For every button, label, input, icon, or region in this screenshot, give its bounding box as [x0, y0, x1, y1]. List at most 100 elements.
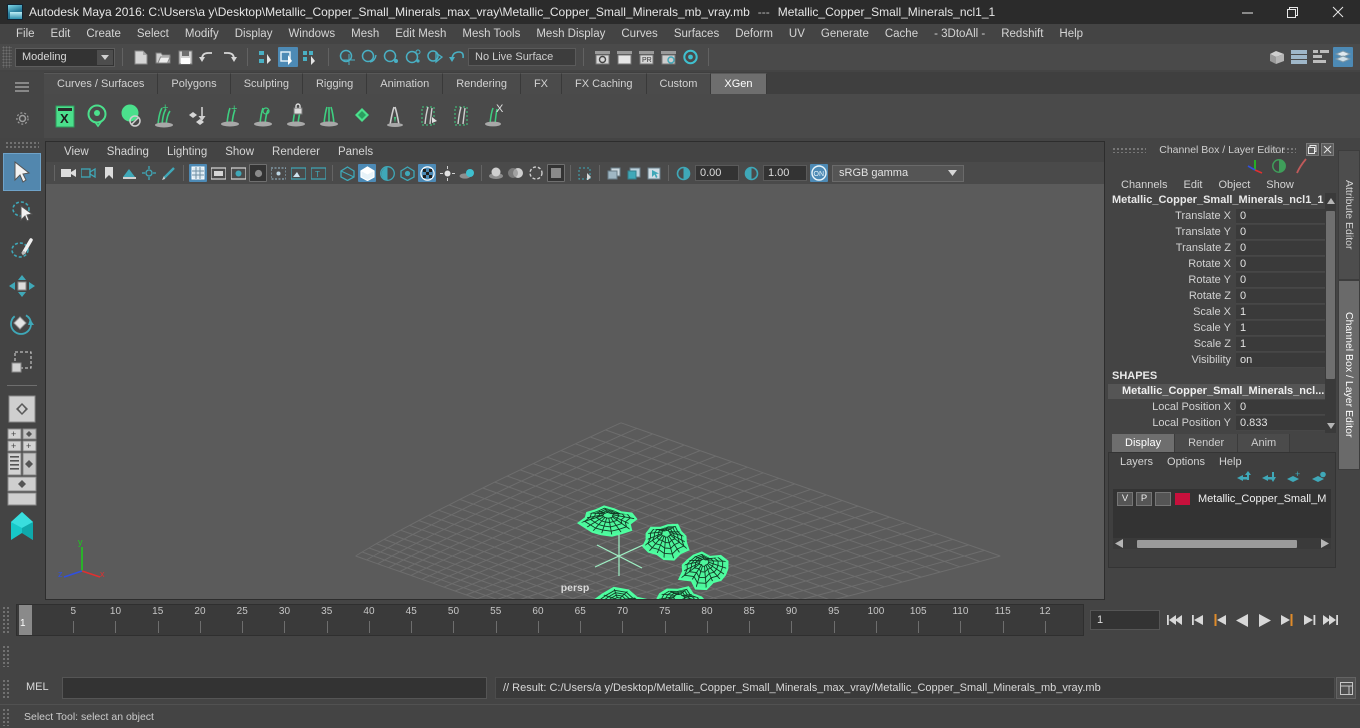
shelf-options-grip[interactable] — [15, 82, 29, 92]
move-layer-down-icon[interactable] — [1261, 471, 1277, 486]
camera-attributes-icon[interactable] — [80, 164, 98, 182]
show-hide-channel-box-icon[interactable] — [1333, 47, 1353, 67]
exposure-icon[interactable] — [674, 164, 692, 182]
menu-edit-mesh[interactable]: Edit Mesh — [387, 26, 454, 42]
xgen-preview-icon[interactable] — [83, 99, 113, 133]
render-settings-icon[interactable] — [658, 47, 678, 67]
exposure-field[interactable]: 0.00 — [695, 165, 739, 181]
menu-edit[interactable]: Edit — [43, 26, 79, 42]
menu-windows[interactable]: Windows — [280, 26, 343, 42]
film-origin-icon[interactable] — [269, 164, 287, 182]
shelf-tab-curves-surfaces[interactable]: Curves / Surfaces — [44, 73, 159, 94]
layer-menu-help[interactable]: Help — [1213, 455, 1248, 469]
shelf-tab-rigging[interactable]: Rigging — [302, 73, 368, 94]
new-layer-from-selected-icon[interactable] — [1311, 471, 1327, 486]
script-editor-icon[interactable] — [1336, 677, 1356, 699]
snap-to-view-plane-icon[interactable] — [425, 47, 445, 67]
close-button[interactable] — [1315, 0, 1360, 24]
attribute-value-field[interactable]: 1 — [1236, 320, 1336, 336]
shelf-tab-xgen[interactable]: XGen — [711, 73, 767, 94]
shelf-tab-fx[interactable]: FX — [520, 73, 563, 94]
attribute-value-field[interactable]: 1 — [1236, 336, 1336, 352]
shadows-icon[interactable] — [458, 164, 476, 182]
xray-icon[interactable] — [576, 164, 594, 182]
menu-cache[interactable]: Cache — [877, 26, 926, 42]
channel-box-row[interactable]: Scale Z 1 — [1108, 336, 1336, 352]
lasso-select-tool[interactable] — [3, 191, 41, 229]
attribute-value-field[interactable]: 0 — [1236, 208, 1336, 224]
attribute-value-field[interactable]: 0 — [1236, 399, 1336, 415]
xgen-editor-icon[interactable]: X — [50, 99, 80, 133]
shelf-tab-rendering[interactable]: Rendering — [443, 73, 521, 94]
side-tab-channel-box[interactable]: Channel Box / Layer Editor — [1338, 280, 1360, 470]
snap-to-point-icon[interactable] — [381, 47, 401, 67]
menu-create[interactable]: Create — [78, 26, 129, 42]
attribute-value-field[interactable]: 0 — [1236, 288, 1336, 304]
xray-joints-icon[interactable] — [605, 164, 623, 182]
go-to-end-icon[interactable] — [1320, 608, 1340, 632]
use-default-material-icon[interactable] — [418, 164, 436, 182]
xgen-grow-icon[interactable]: + — [215, 99, 245, 133]
shelf-tab-custom[interactable]: Custom — [646, 73, 712, 94]
film-gate-icon[interactable] — [209, 164, 227, 182]
shelf-tab-polygons[interactable]: Polygons — [158, 73, 231, 94]
viewport-menu-view[interactable]: View — [55, 144, 98, 160]
viewport-menu-panels[interactable]: Panels — [329, 144, 382, 160]
viewport-menu-renderer[interactable]: Renderer — [263, 144, 329, 160]
channel-box-menu-channels[interactable]: Channels — [1114, 178, 1174, 192]
side-tab-attribute-editor[interactable]: Attribute Editor — [1338, 150, 1360, 280]
attribute-value-field[interactable]: 0.833 — [1236, 415, 1336, 431]
menu-mesh[interactable]: Mesh — [343, 26, 387, 42]
menu-redshift[interactable]: Redshift — [993, 26, 1051, 42]
menu-curves[interactable]: Curves — [613, 26, 665, 42]
show-hide-modeling-toolkit-icon[interactable] — [1267, 47, 1287, 67]
attribute-value-field[interactable]: on — [1236, 352, 1336, 368]
single-perspective-view-layout[interactable] — [3, 390, 41, 428]
attribute-value-field[interactable]: 0 — [1236, 240, 1336, 256]
shelf-tab-sculpting[interactable]: Sculpting — [230, 73, 303, 94]
viewport-menu-shading[interactable]: Shading — [98, 144, 158, 160]
channel-box-menu-object[interactable]: Object — [1211, 178, 1257, 192]
channel-box-row[interactable]: Rotate Z 0 — [1108, 288, 1336, 304]
channel-box-shape-name[interactable]: Metallic_Copper_Small_Minerals_ncl... — [1108, 384, 1336, 399]
xgen-density-icon[interactable] — [347, 99, 377, 133]
scroll-down-arrow-icon[interactable] — [1325, 420, 1336, 431]
channel-box-row[interactable]: Rotate Y 0 — [1108, 272, 1336, 288]
layer-editor-tab-anim[interactable]: Anim — [1238, 434, 1291, 452]
menu-mesh-display[interactable]: Mesh Display — [528, 26, 613, 42]
isolate-select-icon[interactable] — [547, 164, 565, 182]
snap-to-curve-icon[interactable] — [359, 47, 379, 67]
panel-close-button[interactable] — [1321, 143, 1334, 156]
channel-box-row[interactable]: Local Position X 0 — [1108, 399, 1336, 415]
step-forward-keyframe-icon[interactable] — [1298, 608, 1318, 632]
scrollbar-thumb[interactable] — [1137, 539, 1297, 548]
channel-box-menu-edit[interactable]: Edit — [1176, 178, 1209, 192]
motion-blur-icon[interactable] — [507, 164, 525, 182]
viewport-select-icon[interactable] — [645, 164, 663, 182]
rotate-tool[interactable] — [3, 305, 41, 343]
shaded-wireframe-icon[interactable] — [378, 164, 396, 182]
channel-box-row[interactable]: Scale X 1 — [1108, 304, 1336, 320]
attribute-value-field[interactable]: 0 — [1236, 256, 1336, 272]
panel-grip[interactable] — [1112, 147, 1146, 153]
menu-display[interactable]: Display — [227, 26, 281, 42]
ipr-render-icon[interactable]: PR — [636, 47, 656, 67]
move-tool[interactable] — [3, 267, 41, 305]
gamma-field[interactable]: 1.00 — [763, 165, 807, 181]
xgen-noise-icon[interactable] — [413, 99, 443, 133]
open-scene-icon[interactable] — [153, 47, 173, 67]
select-by-component-icon[interactable] — [300, 47, 320, 67]
color-management-toggle-icon[interactable]: ON — [810, 164, 828, 182]
layer-editor-tab-display[interactable]: Display — [1112, 434, 1176, 452]
step-back-frame-icon[interactable] — [1210, 608, 1230, 632]
select-camera-icon[interactable] — [60, 164, 78, 182]
smooth-shade-all-icon[interactable] — [358, 164, 376, 182]
select-by-object-icon[interactable] — [278, 47, 298, 67]
xgen-part-icon[interactable] — [314, 99, 344, 133]
toolbox-grip[interactable] — [5, 141, 39, 149]
render-current-frame-icon[interactable] — [614, 47, 634, 67]
command-language-label[interactable]: MEL — [26, 681, 49, 693]
hypershade-icon[interactable] — [680, 47, 700, 67]
xray-active-components-icon[interactable] — [625, 164, 643, 182]
layer-color-swatch[interactable] — [1174, 491, 1191, 506]
